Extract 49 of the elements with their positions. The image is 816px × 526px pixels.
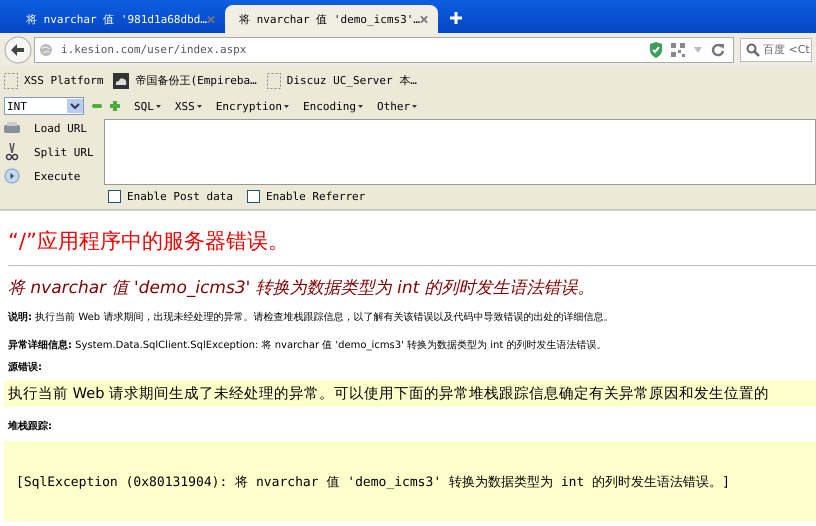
hackbar-action-button[interactable]: Split URL — [34, 146, 94, 158]
scissors-icon — [4, 143, 20, 161]
menu-button[interactable]: Other — [376, 100, 418, 112]
description-text: 说明: 执行当前 Web 请求期间，出现未经处理的异常。请检查堆栈跟踪信息，以了解有关该错误以及代码中导致错误的出处的详细信息。 — [8, 310, 614, 325]
bookmark-link[interactable]: Discuz UC_Server 本… — [266, 72, 417, 88]
caret-icon — [156, 104, 161, 108]
source-error-label: 源错误: — [8, 360, 43, 375]
url-text-area[interactable] — [104, 119, 816, 185]
source-error-text: 执行当前 Web 请求期间生成了未经处理的异常。可以使用下面的异常堆栈跟踪信息确定有关异常原因和发生位置的 — [8, 385, 770, 402]
checkbox[interactable] — [108, 190, 121, 203]
menu-button[interactable]: Encoding — [302, 100, 363, 112]
menu-button[interactable]: XSS — [174, 100, 202, 112]
minus-icon[interactable] — [92, 101, 102, 111]
search-field[interactable]: 百度 <Ct — [740, 38, 812, 62]
caret-icon — [358, 104, 363, 108]
globe-icon — [39, 42, 53, 56]
browser-tab[interactable]: 将 nvarchar 值 'demo_icms3'… — [225, 5, 438, 33]
qr-code-icon[interactable] — [671, 42, 685, 56]
caret-icon — [284, 104, 289, 108]
menu-button[interactable]: SQL — [134, 100, 161, 112]
play-icon — [4, 168, 20, 184]
type-select[interactable]: INT — [4, 97, 84, 115]
hackbar-action-button[interactable]: Execute — [34, 170, 80, 182]
checkbox-label: Enable Referrer — [266, 190, 366, 203]
blank-page-icon — [4, 72, 18, 88]
bookmark-link[interactable]: XSS Platform — [4, 72, 104, 88]
caret-icon — [412, 104, 418, 108]
shield-icon[interactable] — [649, 42, 663, 58]
browser-tab[interactable]: 将 nvarchar 值 '981d1a68dbd… — [12, 5, 225, 33]
error-heading: 将 nvarchar 值 'demo_icms3' 转换为数据类型为 int 的列时发生语法错误。 — [8, 277, 596, 300]
stack-trace-text: [SqlException (0x80131904): 将 nvarchar 值 'demo_icms3' 转换为数据类型为 int 的列时发生语法错误。] — [16, 475, 730, 490]
reload-icon[interactable] — [711, 42, 725, 56]
bookmark-link[interactable]: 帝国备份王(Empireba… — [113, 72, 257, 88]
menu-button[interactable]: Encryption — [216, 100, 289, 112]
printer-icon — [4, 121, 20, 135]
hackbar-action-button[interactable]: Load URL — [34, 122, 87, 134]
dropdown-icon[interactable] — [693, 46, 703, 54]
search-icon — [746, 42, 760, 56]
page-title: “/”应用程序中的服务器错误。 — [8, 228, 290, 255]
exception-details-text: 异常详细信息: System.Data.SqlClient.SqlException: 将 nvarchar 值 'demo_icms3' 转换为数据类型为 int 的列时发生语法错误。 — [8, 338, 608, 353]
checkbox-label: Enable Post data — [127, 190, 233, 203]
checkbox[interactable] — [246, 190, 260, 203]
cloud-icon — [113, 72, 130, 88]
dropdown-icon — [67, 99, 83, 113]
address-bar[interactable]: i.kesion.com/user/index.aspx — [34, 36, 734, 62]
blank-page-icon — [266, 72, 281, 88]
close-icon[interactable] — [420, 14, 428, 24]
stack-trace-label: 堆栈跟踪: — [8, 420, 53, 434]
caret-icon — [196, 104, 202, 108]
